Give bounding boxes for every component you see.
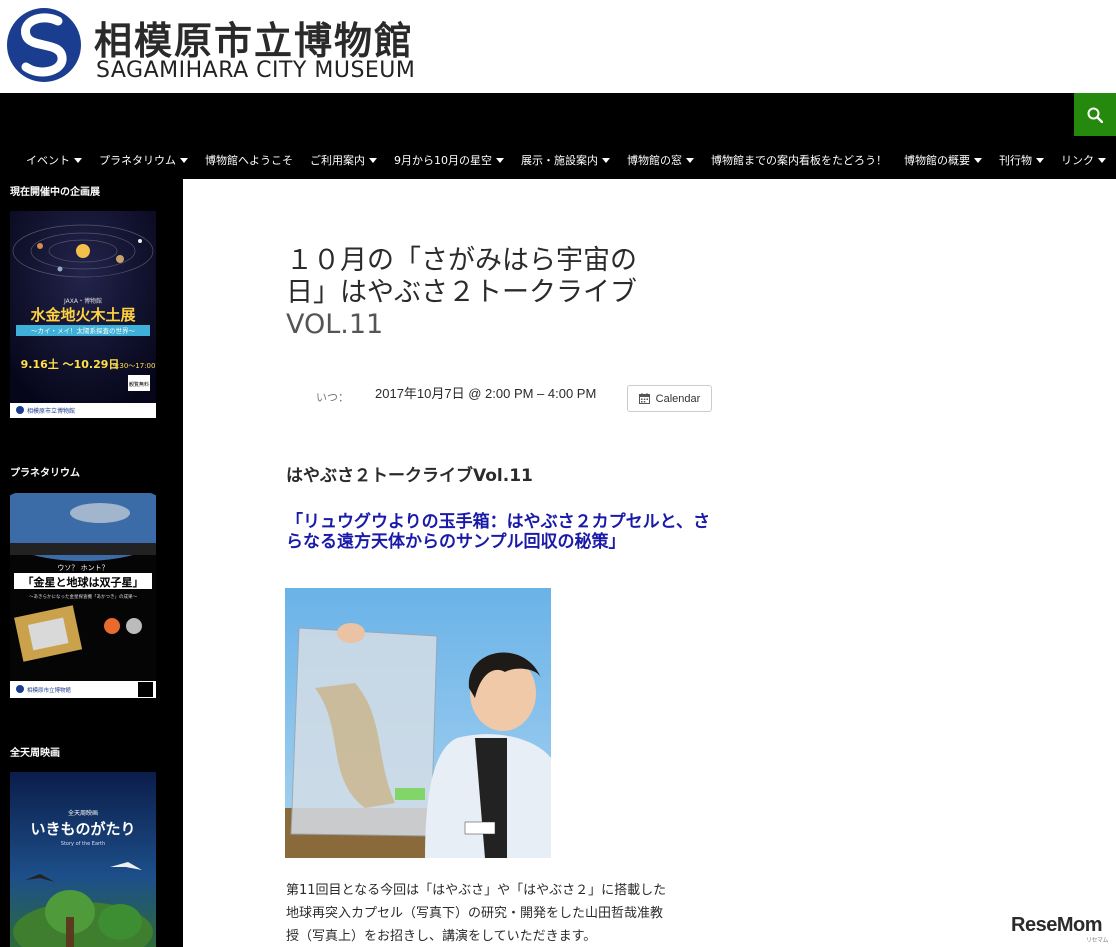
caret-down-icon xyxy=(180,157,188,163)
calendar-icon xyxy=(638,393,650,404)
caret-down-icon xyxy=(974,157,982,163)
lecturer-photo xyxy=(285,588,551,858)
nav-item-label: 9月から10月の星空 xyxy=(394,154,492,167)
event-title-line3: VOL.11 xyxy=(286,309,384,340)
caret-down-icon xyxy=(602,157,610,163)
poster2-subtitle: 〜あきらかになった金星探査機「あかつき」の成果〜 xyxy=(29,593,137,600)
poster1-badge: JAXA・博物館 xyxy=(63,297,102,305)
poster1-fee: 観覧無料 xyxy=(129,381,149,388)
widget-title-planetarium: プラネタリウム xyxy=(10,468,80,479)
primary-navigation: イベント プラネタリウム 博物館へようこそ ご利用案内 9月から10月の星空 展示・施設案… xyxy=(0,93,1116,179)
poster1-title: 水金地火木土展 xyxy=(30,306,135,324)
event-title-line2: 日」はやぶさ２トークライブ xyxy=(286,277,637,308)
poster2-footer: 相模原市立博物館 xyxy=(27,686,72,694)
calendar-button-label: Calendar xyxy=(655,392,701,405)
nav-item-9[interactable]: 刊行物 xyxy=(999,152,1044,168)
talk-title-link[interactable]: 「リュウグウよりの玉手箱：はやぶさ２カプセルと、さらなる遠方天体からのサンプル回… xyxy=(286,512,711,552)
description-line3: 授（写真上）をお招きし、講演をしていただきます。 xyxy=(286,929,597,944)
exhibition-poster[interactable]: JAXA・博物館 水金地火木土展 〜カイ・メイ！太陽系探査の世界〜 9.16土 … xyxy=(10,211,156,418)
poster1-subtitle: 〜カイ・メイ！太陽系探査の世界〜 xyxy=(31,326,136,335)
nav-item-7[interactable]: 博物館までの案内看板をたどろう！ xyxy=(711,152,887,168)
dome-film-poster[interactable]: 全天周映画 いきものがたり Story of the Earth xyxy=(10,772,156,947)
planetarium-poster[interactable]: ウソ？ ホント？ 「金星と地球は双子星」 〜あきらかになった金星探査機「あかつき… xyxy=(10,493,156,698)
nav-item-label: 展示・施設案内 xyxy=(521,154,598,167)
watermark-text: ReseMom xyxy=(1011,914,1102,936)
event-title: １０月の「さがみはら宇宙の 日」はやぶさ２トークライブ VOL.11 xyxy=(286,245,706,341)
search-button[interactable] xyxy=(1074,93,1116,136)
resemom-watermark: ReseMom リセマム xyxy=(1011,914,1108,944)
poster2-tagline: ウソ？ ホント？ xyxy=(57,564,108,572)
caret-down-icon xyxy=(1098,157,1106,163)
poster1-time: 9:30〜17:00 xyxy=(113,362,156,370)
event-description: 第11回目となる今回は「はやぶさ」や「はやぶさ２」に搭載した 地球再突入カプセル… xyxy=(286,879,716,947)
search-icon xyxy=(1087,107,1103,123)
nav-item-label: 博物館へようこそ xyxy=(205,154,293,167)
poster3-title: いきものがたり xyxy=(30,820,135,838)
nav-item-0[interactable]: イベント xyxy=(26,152,82,168)
nav-item-label: リンク xyxy=(1061,154,1094,167)
nav-item-label: 博物館の概要 xyxy=(904,154,970,167)
poster1-dates: 9.16土 〜10.29日 xyxy=(21,357,120,371)
caret-down-icon xyxy=(74,157,82,163)
site-header: 相模原市立博物館 SAGAMIHARA CITY MUSEUM xyxy=(0,0,1116,93)
site-title-jp[interactable]: 相模原市立博物館 xyxy=(94,10,414,65)
watermark-small: リセマム xyxy=(1085,938,1109,944)
event-datetime: 2017年10月7日 @ 2:00 PM – 4:00 PM xyxy=(375,386,597,401)
main-content: １０月の「さがみはら宇宙の 日」はやぶさ２トークライブ VOL.11 いつ： 2… xyxy=(183,179,1116,947)
nav-item-2[interactable]: 博物館へようこそ xyxy=(205,152,293,168)
description-line1: 第11回目となる今回は「はやぶさ」や「はやぶさ２」に搭載した xyxy=(286,883,667,898)
poster1-footer: 相模原市立博物館 xyxy=(27,407,75,415)
nav-item-label: ご利用案内 xyxy=(310,154,365,167)
sidebar: 現在開催中の企画展 JAXA・博物館 水金地火木土展 〜カイ・メイ！太陽系探査の… xyxy=(0,179,183,947)
nav-item-5[interactable]: 展示・施設案内 xyxy=(521,152,610,168)
when-label: いつ： xyxy=(316,391,349,404)
caret-down-icon xyxy=(496,157,504,163)
description-line2: 地球再突入カプセル（写真下）の研究・開発をした山田哲哉准教 xyxy=(286,906,664,921)
calendar-button[interactable]: Calendar xyxy=(627,385,712,412)
section-subheading: はやぶさ２トークライブVol.11 xyxy=(286,466,533,486)
nav-menu: イベント プラネタリウム 博物館へようこそ ご利用案内 9月から10月の星空 展示・施設案… xyxy=(0,149,1116,171)
nav-item-10[interactable]: リンク xyxy=(1061,152,1106,168)
nav-item-label: イベント xyxy=(26,154,70,167)
event-title-line1: １０月の「さがみはら宇宙の xyxy=(286,245,637,276)
nav-item-4[interactable]: 9月から10月の星空 xyxy=(394,152,504,168)
caret-down-icon xyxy=(369,157,377,163)
nav-item-label: 博物館の窓 xyxy=(627,154,682,167)
poster3-label: 全天周映画 xyxy=(68,809,98,817)
museum-logo[interactable] xyxy=(6,7,82,83)
nav-item-1[interactable]: プラネタリウム xyxy=(99,152,188,168)
widget-title-dome-film: 全天周映画 xyxy=(10,748,60,759)
poster3-subtitle: Story of the Earth xyxy=(61,841,105,847)
nav-item-label: プラネタリウム xyxy=(99,154,176,167)
widget-title-exhibition: 現在開催中の企画展 xyxy=(10,187,100,198)
nav-item-8[interactable]: 博物館の概要 xyxy=(904,152,982,168)
caret-down-icon xyxy=(1036,157,1044,163)
poster2-title: 「金星と地球は双子星」 xyxy=(23,575,144,589)
nav-item-label: 刊行物 xyxy=(999,154,1032,167)
site-title-en[interactable]: SAGAMIHARA CITY MUSEUM xyxy=(96,58,415,83)
nav-item-3[interactable]: ご利用案内 xyxy=(310,152,377,168)
nav-item-6[interactable]: 博物館の窓 xyxy=(627,152,694,168)
caret-down-icon xyxy=(686,157,694,163)
nav-item-label: 博物館までの案内看板をたどろう！ xyxy=(711,154,887,167)
